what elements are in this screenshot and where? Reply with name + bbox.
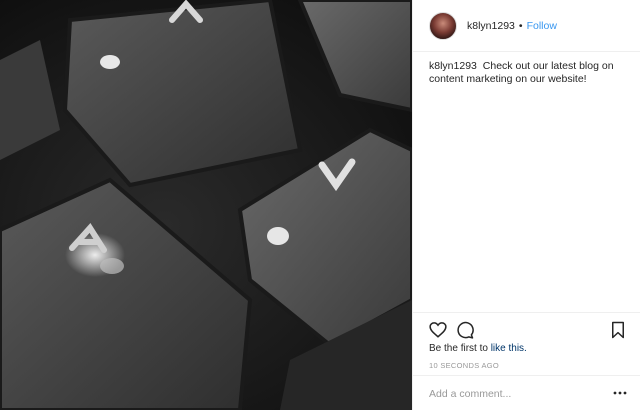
post-photo[interactable]: [0, 0, 412, 410]
comment-input[interactable]: [429, 386, 599, 402]
author-username[interactable]: k8lyn1293: [467, 20, 515, 32]
likes-line: Be the first to like this.: [429, 343, 527, 354]
separator-dot: •: [518, 19, 523, 32]
post-sidebar: k8lyn1293 • Follow k8lyn1293 Check out o…: [412, 0, 640, 410]
more-options-icon[interactable]: [613, 388, 627, 398]
avatar[interactable]: [429, 11, 457, 40]
caption-username[interactable]: k8lyn1293: [429, 60, 477, 72]
heart-icon[interactable]: [429, 321, 447, 339]
timestamp: 10 SECONDS AGO: [429, 361, 500, 370]
likes-prefix: Be the first to: [429, 343, 488, 354]
keyboard-photo: [0, 0, 412, 410]
follow-button[interactable]: Follow: [527, 20, 557, 32]
bookmark-icon[interactable]: [609, 321, 627, 339]
comment-bar: [413, 375, 640, 410]
post-caption: k8lyn1293 Check out our latest blog on c…: [429, 60, 629, 86]
like-this-link[interactable]: like this.: [491, 343, 527, 354]
comment-icon[interactable]: [456, 321, 474, 339]
header-text: k8lyn1293 • Follow: [467, 20, 557, 32]
post-header: k8lyn1293 • Follow: [413, 0, 640, 52]
action-bar: [413, 312, 640, 342]
